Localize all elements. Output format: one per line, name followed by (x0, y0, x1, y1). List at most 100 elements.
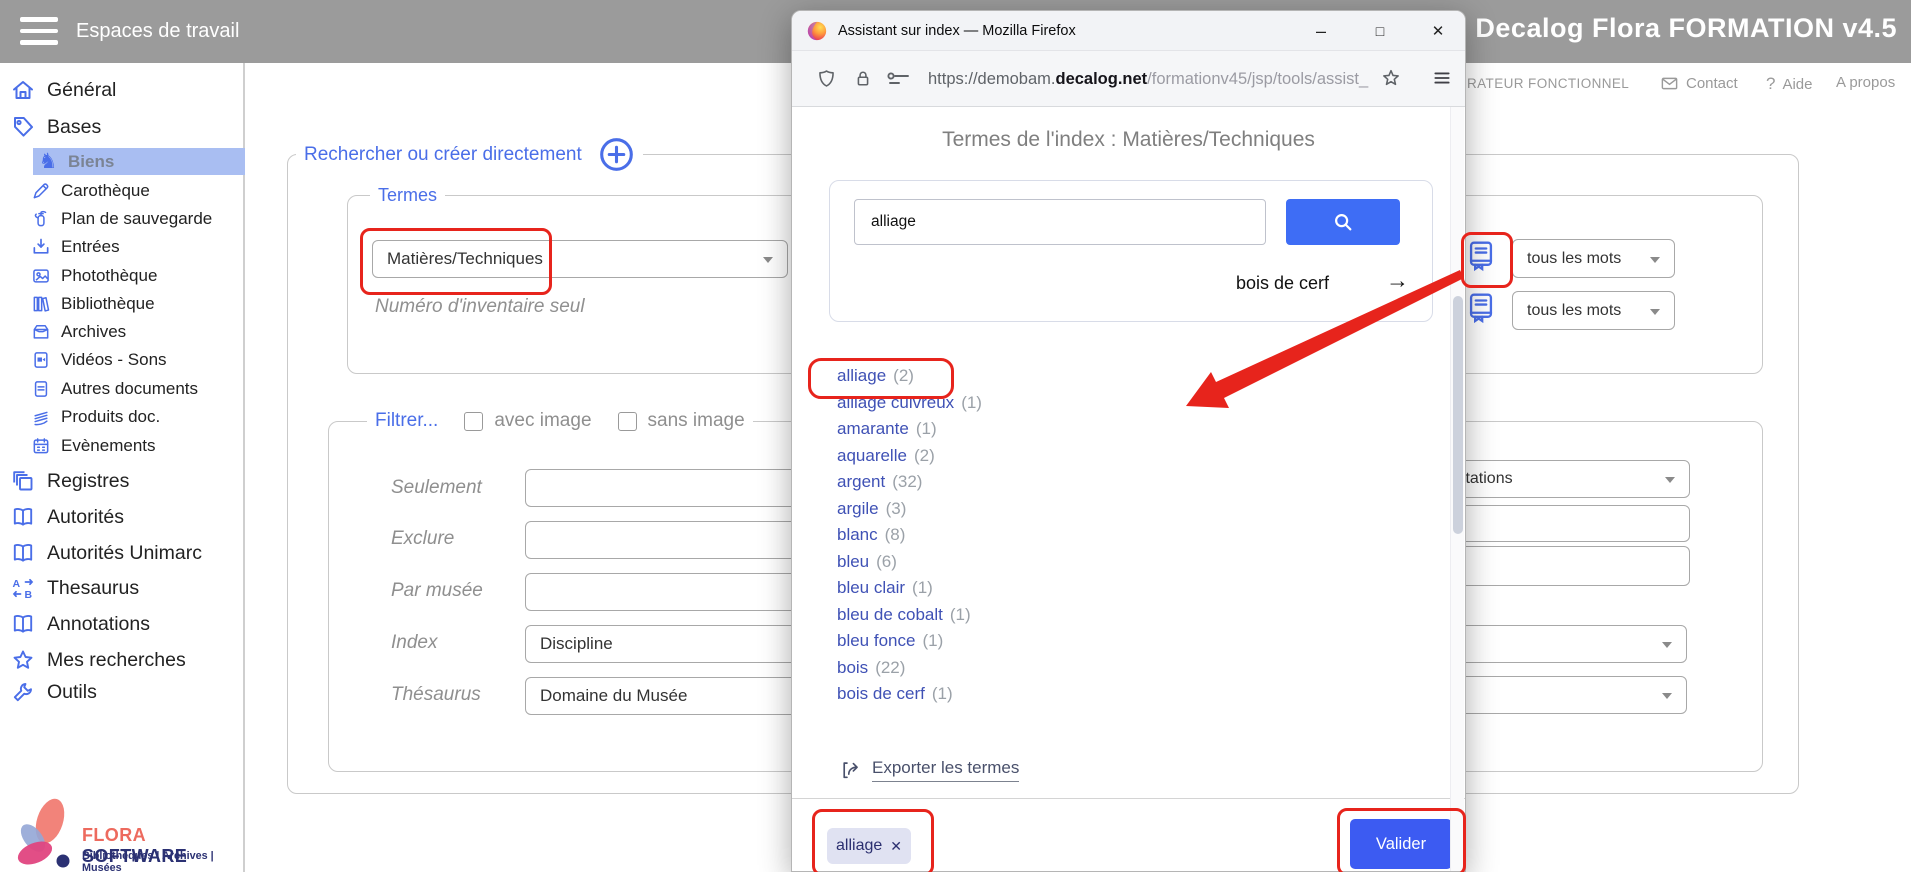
datation-input[interactable] (1430, 546, 1690, 586)
term-item[interactable]: bleu clair (1) (837, 575, 982, 602)
sidebar-item-autres-documents[interactable]: Autres documents (30, 375, 198, 402)
term-link[interactable]: alliage (837, 366, 886, 386)
maximize-button[interactable]: □ (1363, 11, 1397, 51)
lock-icon[interactable] (853, 68, 873, 89)
term-count: (8) (885, 525, 906, 545)
stacked-registers-icon (10, 468, 36, 494)
sidebar-item-plan-sauvegarde[interactable]: Plan de sauvegarde (30, 205, 212, 232)
aide-link[interactable]: ? Aide (1766, 74, 1813, 94)
term-search-button[interactable] (1286, 199, 1400, 245)
term-count: (3) (886, 499, 907, 519)
shield-icon[interactable] (816, 68, 837, 89)
url-text[interactable]: https://demobam.decalog.net/formationv45… (928, 51, 1368, 107)
term-link[interactable]: bleu fonce (837, 631, 915, 651)
bookmark-star-icon[interactable] (1380, 67, 1402, 89)
permissions-icon[interactable] (886, 71, 912, 87)
term-item[interactable]: bois (22) (837, 655, 982, 682)
index-assistant-icon[interactable] (1467, 239, 1495, 272)
sidebar-item-bases[interactable]: Bases (10, 113, 101, 141)
sidebar-item-produits-doc[interactable]: Produits doc. (30, 403, 160, 430)
valider-button[interactable]: Valider (1350, 819, 1452, 869)
sidebar-item-autorites[interactable]: Autorités (10, 503, 124, 531)
term-item[interactable]: bleu de cobalt (1) (837, 602, 982, 629)
chess-knight-icon: ♞ (37, 151, 59, 173)
sidebar-item-carotheque[interactable]: Carothèque (30, 177, 150, 204)
term-count: (1) (950, 605, 971, 625)
term-link[interactable]: bleu de cobalt (837, 605, 943, 625)
term-item[interactable]: amarante (1) (837, 416, 982, 443)
term-link[interactable]: argent (837, 472, 885, 492)
document-icon (30, 378, 52, 400)
open-book-icon (10, 611, 36, 637)
export-terms-link[interactable]: Exporter les termes (841, 758, 1019, 782)
sidebar-item-mes-recherches[interactable]: Mes recherches (10, 646, 186, 674)
index-select[interactable]: Matières/Techniques (372, 240, 788, 278)
term-item[interactable]: blanc (8) (837, 522, 982, 549)
search-create-legend: Rechercher ou créer directement (304, 144, 582, 166)
term-item[interactable]: argent (32) (837, 469, 982, 496)
word-mode-select[interactable]: tous les mots (1512, 291, 1675, 330)
word-mode-select[interactable]: tous les mots (1512, 239, 1675, 278)
sidebar-item-archives[interactable]: Archives (30, 318, 126, 345)
term-item[interactable]: bleu (6) (837, 549, 982, 576)
with-image-checkbox[interactable] (464, 412, 483, 431)
apropos-link[interactable]: A propos (1836, 74, 1895, 91)
menu-hamburger-icon[interactable] (1432, 68, 1452, 88)
user-role-label: RATEUR FONCTIONNEL (1467, 76, 1629, 91)
term-item[interactable]: alliage (2) (837, 363, 982, 390)
term-item[interactable]: alliage cuivreux (1) (837, 390, 982, 417)
right-select[interactable] (1430, 625, 1687, 663)
term-link[interactable]: aquarelle (837, 446, 907, 466)
term-item[interactable]: bois de cerf (1) (837, 681, 982, 708)
term-item[interactable]: bleu fonce (1) (837, 628, 982, 655)
filter-legend: Filtrer... (375, 410, 438, 432)
sidebar-item-outils[interactable]: Outils (10, 678, 97, 706)
termes-legend: Termes (378, 185, 437, 206)
sidebar-item-videos-sons[interactable]: Vidéos - Sons (30, 346, 167, 373)
term-link[interactable]: amarante (837, 419, 909, 439)
workspace-label: Espaces de travail (76, 0, 239, 63)
sidebar-item-bibliotheque[interactable]: Bibliothèque (30, 290, 155, 317)
close-button[interactable]: ✕ (1421, 11, 1455, 51)
term-link[interactable]: bois de cerf (837, 684, 925, 704)
term-link[interactable]: blanc (837, 525, 878, 545)
chip-remove-icon[interactable]: ✕ (890, 838, 902, 855)
inventory-placeholder: Numéro d'inventaire seul (375, 296, 585, 318)
arrow-right-icon[interactable]: → (1386, 267, 1409, 294)
term-search-input[interactable] (854, 199, 1266, 245)
term-item[interactable]: argile (3) (837, 496, 982, 523)
sidebar-item-annotations[interactable]: Annotations (10, 610, 150, 638)
popup-scrollbar-thumb[interactable] (1453, 296, 1463, 534)
index-assistant-icon[interactable] (1467, 291, 1495, 324)
term-item[interactable]: aquarelle (2) (837, 443, 982, 470)
menu-hamburger-icon[interactable] (20, 17, 58, 46)
sidebar-item-registres[interactable]: Registres (10, 467, 129, 495)
sidebar-item-general[interactable]: Général (10, 76, 116, 104)
download-tray-icon (30, 236, 52, 258)
datation-input[interactable] (1430, 505, 1690, 542)
sidebar-item-biens[interactable]: ♞ Biens (33, 148, 245, 175)
term-count: (1) (932, 684, 953, 704)
term-link[interactable]: argile (837, 499, 879, 519)
sidebar-item-thesaurus[interactable]: AB Thesaurus (10, 574, 139, 602)
term-link[interactable]: alliage cuivreux (837, 393, 954, 413)
image-icon (30, 265, 52, 287)
without-image-checkbox[interactable] (618, 412, 637, 431)
term-link[interactable]: bleu clair (837, 578, 905, 598)
datations-select[interactable]: Datations (1430, 460, 1690, 498)
chevron-down-icon (763, 257, 773, 263)
suggestion-term[interactable]: bois de cerf (1236, 273, 1329, 294)
sidebar-item-phototheque[interactable]: Photothèque (30, 262, 157, 289)
term-link[interactable]: bleu (837, 552, 869, 572)
sidebar-item-entrees[interactable]: Entrées (30, 233, 120, 260)
sidebar-item-autorites-unimarc[interactable]: Autorités Unimarc (10, 539, 202, 567)
popup-titlebar[interactable]: Assistant sur index — Mozilla Firefox – … (792, 11, 1465, 51)
right-select[interactable] (1430, 676, 1687, 714)
term-count: (6) (876, 552, 897, 572)
minimize-button[interactable]: – (1304, 11, 1338, 51)
term-link[interactable]: bois (837, 658, 868, 678)
app-title: Decalog Flora FORMATION v4.5 (1475, 13, 1897, 44)
add-circle-icon[interactable] (598, 136, 635, 173)
sidebar-item-evenements[interactable]: Evènements (30, 432, 156, 459)
contact-link[interactable]: Contact (1660, 74, 1738, 93)
